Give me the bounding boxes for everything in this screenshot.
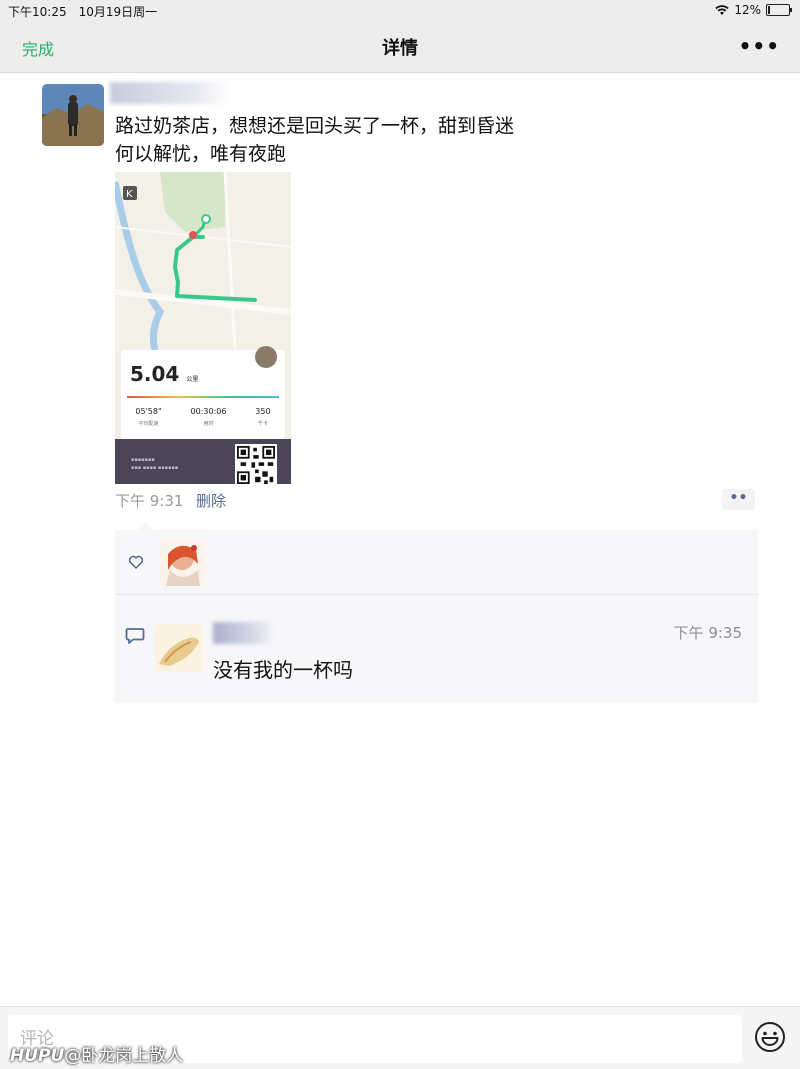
status-time: 下午10:25 [8, 5, 67, 19]
post-time: 下午 9:31 [115, 492, 184, 510]
stat-duration: 00:30:06 用时 [190, 407, 227, 427]
post-text-line: 何以解忧，唯有夜跑 [115, 143, 287, 165]
post-text: 路过奶茶店，想想还是回头买了一杯，甜到昏迷 何以解忧，唯有夜跑 [115, 112, 635, 168]
post-image[interactable]: K 5.04 公里 05'58" 平均配速 00:30:06 用时 350 千卡 ▪▪… [115, 172, 291, 484]
stat-calories: 350 千卡 [255, 407, 271, 427]
like-comment-menu-button[interactable]: •• [722, 489, 755, 510]
watermark-text: @卧龙岗上散人 [64, 1046, 184, 1066]
status-time-date: 下午10:25 10月19日周一 [8, 3, 169, 20]
watermark-logo: HUPU [10, 1046, 65, 1066]
nav-bar: 完成 详情 ••• [0, 22, 800, 73]
liker-avatar[interactable] [160, 540, 206, 586]
wifi-icon [715, 4, 730, 15]
status-right: 12% [715, 3, 792, 17]
interaction-panel: 没有我的一杯吗 下午 9:35 [115, 522, 758, 703]
pace-gradient-bar [127, 396, 279, 398]
more-options-button[interactable]: ••• [739, 34, 780, 58]
run-summary-card: 5.04 公里 05'58" 平均配速 00:30:06 用时 350 千卡 [121, 346, 285, 439]
comment-time: 下午 9:35 [673, 624, 742, 642]
status-bar: 下午10:25 10月19日周一 12% [0, 0, 800, 22]
qr-code-icon [235, 444, 277, 484]
run-stats: 05'58" 平均配速 00:30:06 用时 350 千卡 [121, 407, 285, 427]
route-map: K [115, 172, 291, 350]
panel-divider [115, 594, 758, 595]
emoji-icon[interactable] [754, 1021, 786, 1053]
liker-avatar-image [160, 540, 206, 586]
comment-icon [125, 628, 145, 644]
card-footer-text: ▪▪▪▪▪▪▪ ▪▪▪ ▪▪▪▪ ▪▪▪▪▪▪ [131, 457, 179, 471]
comment-text: 没有我的一杯吗 [213, 658, 353, 682]
commenter-avatar-image [155, 624, 203, 672]
status-date: 10月19日周一 [78, 5, 158, 19]
watermark: HUPU@卧龙岗上散人 [10, 1041, 183, 1066]
page-title: 详情 [382, 38, 418, 59]
commenter-name-blurred [213, 622, 275, 644]
runner-avatar [255, 346, 277, 368]
avatar-image [42, 84, 104, 146]
battery-icon [766, 4, 792, 16]
stat-pace: 05'58" 平均配速 [135, 407, 162, 427]
delete-link[interactable]: 删除 [196, 490, 226, 511]
heart-icon [128, 555, 144, 569]
battery-percent: 12% [734, 3, 761, 17]
battery-fill [768, 6, 770, 14]
author-avatar[interactable] [42, 84, 104, 146]
run-distance: 5.04 公里 [130, 362, 199, 386]
author-name-blurred [110, 82, 230, 104]
commenter-avatar[interactable] [155, 624, 203, 672]
post-text-line: 路过奶茶店，想想还是回头买了一杯，甜到昏迷 [115, 115, 515, 137]
svg-text:K: K [126, 189, 133, 200]
